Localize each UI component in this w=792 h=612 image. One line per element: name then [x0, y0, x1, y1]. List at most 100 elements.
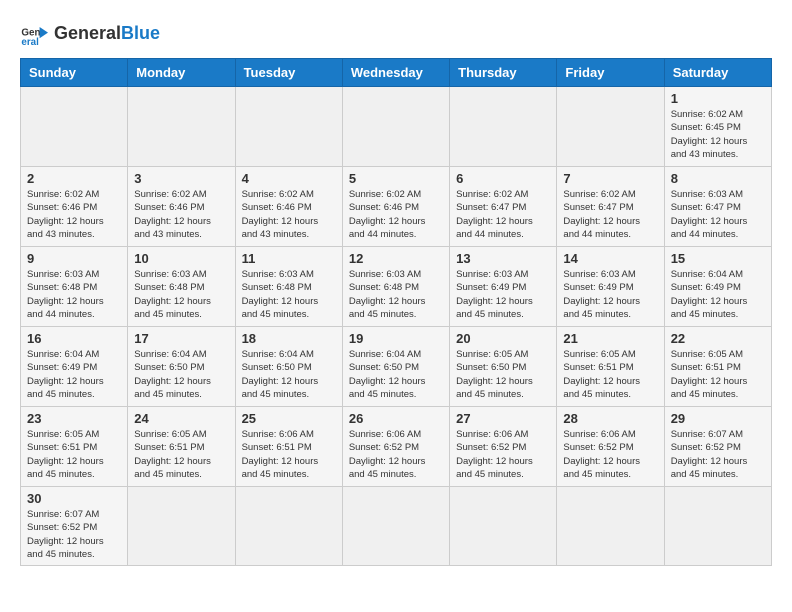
day-number: 28 [563, 411, 657, 426]
calendar-cell: 5 Sunrise: 6:02 AM Sunset: 6:46 PM Daylig… [342, 167, 449, 247]
weekday-header-thursday: Thursday [450, 59, 557, 87]
weekday-header-row: SundayMondayTuesdayWednesdayThursdayFrid… [21, 59, 772, 87]
day-number: 7 [563, 171, 657, 186]
calendar-cell: 6 Sunrise: 6:02 AM Sunset: 6:47 PM Daylig… [450, 167, 557, 247]
day-number: 14 [563, 251, 657, 266]
day-info: Sunrise: 6:03 AM Sunset: 6:48 PM Dayligh… [27, 268, 121, 321]
calendar-cell: 29Sunrise: 6:07 AM Sunset: 6:52 PM Dayli… [664, 407, 771, 487]
calendar-cell [450, 487, 557, 566]
calendar-cell [128, 87, 235, 167]
weekday-header-sunday: Sunday [21, 59, 128, 87]
calendar-cell: 10Sunrise: 6:03 AM Sunset: 6:48 PM Dayli… [128, 247, 235, 327]
day-number: 8 [671, 171, 765, 186]
day-number: 25 [242, 411, 336, 426]
day-info: Sunrise: 6:06 AM Sunset: 6:52 PM Dayligh… [349, 428, 443, 481]
day-number: 1 [671, 91, 765, 106]
calendar-week-row-5: 23Sunrise: 6:05 AM Sunset: 6:51 PM Dayli… [21, 407, 772, 487]
calendar-week-row-4: 16 Sunrise: 6:04 AM Sunset: 6:49 PM Dayli… [21, 327, 772, 407]
day-info: Sunrise: 6:07 AM Sunset: 6:52 PM Dayligh… [27, 508, 121, 561]
calendar-cell: 20 Sunrise: 6:05 AM Sunset: 6:50 PM Dayli… [450, 327, 557, 407]
day-number: 6 [456, 171, 550, 186]
calendar-cell: 22 Sunrise: 6:05 AM Sunset: 6:51 PM Dayli… [664, 327, 771, 407]
day-info: Sunrise: 6:04 AM Sunset: 6:50 PM Dayligh… [134, 348, 228, 401]
generalblue-logo-icon: Gen eral [20, 20, 48, 48]
day-info: Sunrise: 6:05 AM Sunset: 6:51 PM Dayligh… [563, 348, 657, 401]
header: Gen eral GeneralBlue [20, 20, 772, 48]
calendar-cell: 24 Sunrise: 6:05 AM Sunset: 6:51 PM Dayli… [128, 407, 235, 487]
calendar-cell: 21 Sunrise: 6:05 AM Sunset: 6:51 PM Dayli… [557, 327, 664, 407]
day-number: 5 [349, 171, 443, 186]
day-number: 11 [242, 251, 336, 266]
day-number: 20 [456, 331, 550, 346]
calendar-cell: 4 Sunrise: 6:02 AM Sunset: 6:46 PM Daylig… [235, 167, 342, 247]
calendar-cell: 12Sunrise: 6:03 AM Sunset: 6:48 PM Dayli… [342, 247, 449, 327]
day-number: 10 [134, 251, 228, 266]
calendar-cell [450, 87, 557, 167]
calendar-cell [235, 487, 342, 566]
weekday-header-wednesday: Wednesday [342, 59, 449, 87]
day-number: 3 [134, 171, 228, 186]
svg-text:eral: eral [21, 37, 39, 48]
day-info: Sunrise: 6:02 AM Sunset: 6:46 PM Dayligh… [349, 188, 443, 241]
day-info: Sunrise: 6:04 AM Sunset: 6:50 PM Dayligh… [349, 348, 443, 401]
calendar-cell: 17 Sunrise: 6:04 AM Sunset: 6:50 PM Dayli… [128, 327, 235, 407]
day-info: Sunrise: 6:02 AM Sunset: 6:46 PM Dayligh… [134, 188, 228, 241]
day-number: 15 [671, 251, 765, 266]
day-info: Sunrise: 6:07 AM Sunset: 6:52 PM Dayligh… [671, 428, 765, 481]
day-info: Sunrise: 6:03 AM Sunset: 6:47 PM Dayligh… [671, 188, 765, 241]
day-number: 22 [671, 331, 765, 346]
day-info: Sunrise: 6:02 AM Sunset: 6:46 PM Dayligh… [242, 188, 336, 241]
day-number: 27 [456, 411, 550, 426]
day-info: Sunrise: 6:05 AM Sunset: 6:51 PM Dayligh… [27, 428, 121, 481]
day-info: Sunrise: 6:03 AM Sunset: 6:48 PM Dayligh… [242, 268, 336, 321]
calendar-cell: 25Sunrise: 6:06 AM Sunset: 6:51 PM Dayli… [235, 407, 342, 487]
calendar-cell: 11 Sunrise: 6:03 AM Sunset: 6:48 PM Dayli… [235, 247, 342, 327]
calendar-cell: 14 Sunrise: 6:03 AM Sunset: 6:49 PM Dayli… [557, 247, 664, 327]
day-info: Sunrise: 6:02 AM Sunset: 6:47 PM Dayligh… [563, 188, 657, 241]
day-number: 26 [349, 411, 443, 426]
day-info: Sunrise: 6:02 AM Sunset: 6:45 PM Dayligh… [671, 108, 765, 161]
calendar-cell: 8 Sunrise: 6:03 AM Sunset: 6:47 PM Daylig… [664, 167, 771, 247]
day-number: 17 [134, 331, 228, 346]
day-number: 21 [563, 331, 657, 346]
calendar-cell: 15 Sunrise: 6:04 AM Sunset: 6:49 PM Dayli… [664, 247, 771, 327]
weekday-header-tuesday: Tuesday [235, 59, 342, 87]
day-info: Sunrise: 6:06 AM Sunset: 6:52 PM Dayligh… [456, 428, 550, 481]
calendar-cell: 19 Sunrise: 6:04 AM Sunset: 6:50 PM Dayli… [342, 327, 449, 407]
calendar-cell: 3 Sunrise: 6:02 AM Sunset: 6:46 PM Daylig… [128, 167, 235, 247]
day-info: Sunrise: 6:05 AM Sunset: 6:50 PM Dayligh… [456, 348, 550, 401]
calendar-cell [557, 87, 664, 167]
calendar-week-row-2: 2Sunrise: 6:02 AM Sunset: 6:46 PM Daylig… [21, 167, 772, 247]
calendar-cell [342, 487, 449, 566]
calendar-cell [21, 87, 128, 167]
day-number: 16 [27, 331, 121, 346]
day-number: 19 [349, 331, 443, 346]
logo: Gen eral GeneralBlue [20, 20, 160, 48]
calendar-cell: 23Sunrise: 6:05 AM Sunset: 6:51 PM Dayli… [21, 407, 128, 487]
calendar-cell [557, 487, 664, 566]
day-number: 4 [242, 171, 336, 186]
calendar-table: SundayMondayTuesdayWednesdayThursdayFrid… [20, 58, 772, 566]
calendar-cell: 7 Sunrise: 6:02 AM Sunset: 6:47 PM Daylig… [557, 167, 664, 247]
calendar-cell: 27 Sunrise: 6:06 AM Sunset: 6:52 PM Dayli… [450, 407, 557, 487]
day-info: Sunrise: 6:03 AM Sunset: 6:49 PM Dayligh… [563, 268, 657, 321]
day-info: Sunrise: 6:06 AM Sunset: 6:52 PM Dayligh… [563, 428, 657, 481]
day-info: Sunrise: 6:05 AM Sunset: 6:51 PM Dayligh… [671, 348, 765, 401]
calendar-week-row-1: 1 Sunrise: 6:02 AM Sunset: 6:45 PM Daylig… [21, 87, 772, 167]
calendar-cell: 26 Sunrise: 6:06 AM Sunset: 6:52 PM Dayli… [342, 407, 449, 487]
day-info: Sunrise: 6:02 AM Sunset: 6:47 PM Dayligh… [456, 188, 550, 241]
day-number: 30 [27, 491, 121, 506]
day-info: Sunrise: 6:03 AM Sunset: 6:48 PM Dayligh… [349, 268, 443, 321]
day-number: 18 [242, 331, 336, 346]
day-number: 24 [134, 411, 228, 426]
calendar-cell: 28 Sunrise: 6:06 AM Sunset: 6:52 PM Dayli… [557, 407, 664, 487]
day-info: Sunrise: 6:02 AM Sunset: 6:46 PM Dayligh… [27, 188, 121, 241]
day-number: 13 [456, 251, 550, 266]
weekday-header-saturday: Saturday [664, 59, 771, 87]
calendar-week-row-3: 9Sunrise: 6:03 AM Sunset: 6:48 PM Daylig… [21, 247, 772, 327]
weekday-header-friday: Friday [557, 59, 664, 87]
day-info: Sunrise: 6:05 AM Sunset: 6:51 PM Dayligh… [134, 428, 228, 481]
day-info: Sunrise: 6:03 AM Sunset: 6:49 PM Dayligh… [456, 268, 550, 321]
day-info: Sunrise: 6:04 AM Sunset: 6:49 PM Dayligh… [671, 268, 765, 321]
day-info: Sunrise: 6:04 AM Sunset: 6:49 PM Dayligh… [27, 348, 121, 401]
